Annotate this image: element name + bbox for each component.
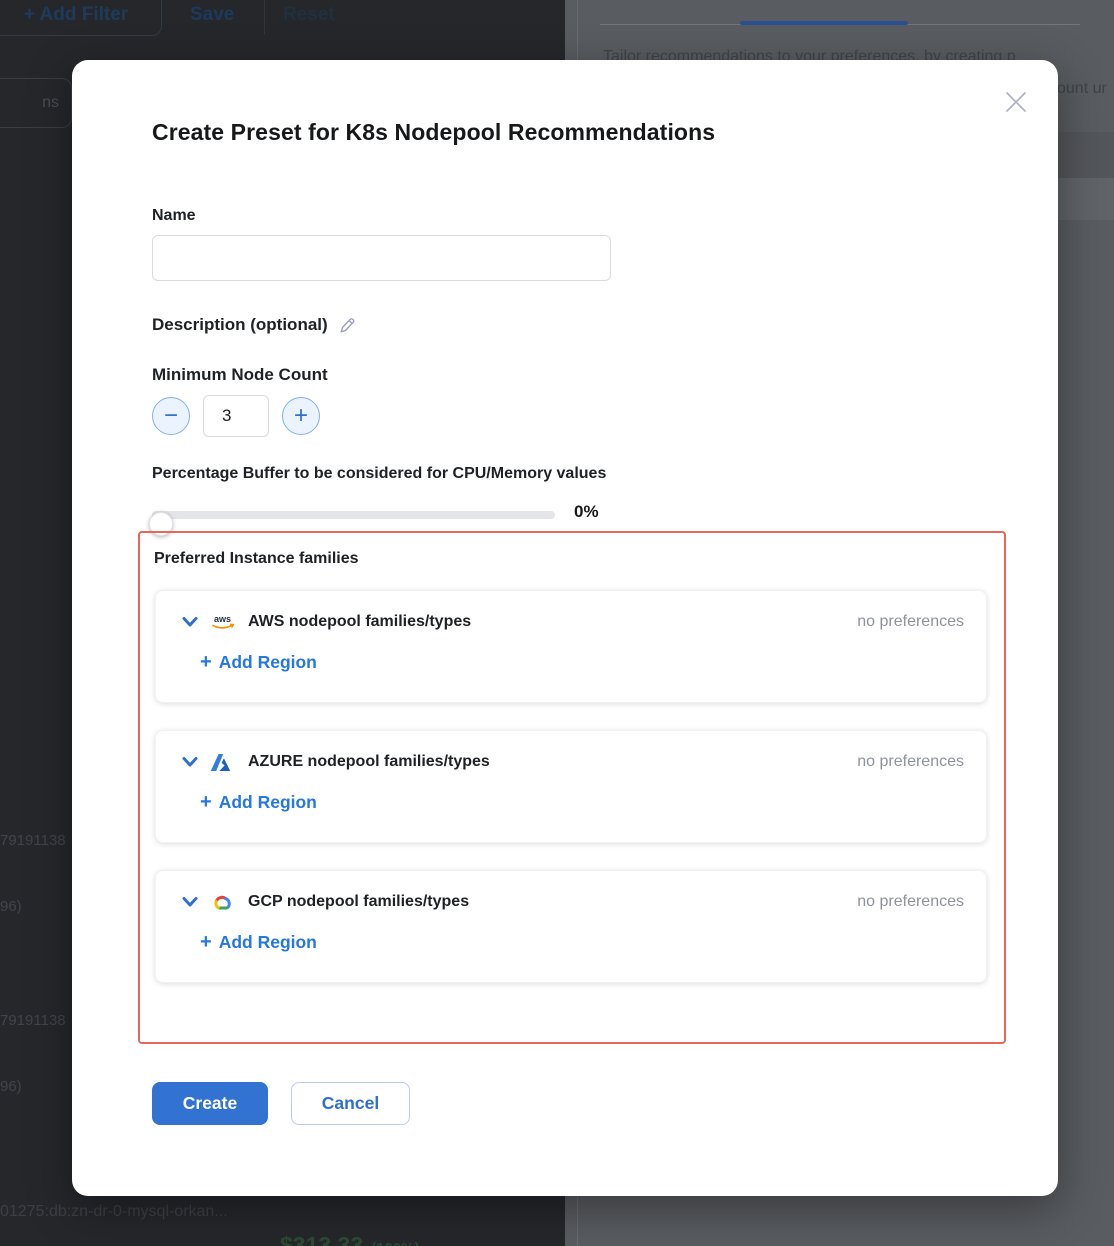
decrement-button[interactable]: − xyxy=(152,397,190,435)
add-filter-button[interactable]: + Add Filter xyxy=(0,0,162,36)
background-row-fragment: 79191138 xyxy=(0,1012,66,1029)
create-button[interactable]: Create xyxy=(152,1082,268,1125)
plus-icon: + xyxy=(200,651,212,674)
close-icon[interactable] xyxy=(1000,86,1032,118)
buffer-value: 0% xyxy=(574,502,599,522)
provider-status: no preferences xyxy=(857,753,964,771)
page-root: + Add Filter Save Reset ns 79191138 96) … xyxy=(0,0,1114,1246)
background-row-fragment: 79191138 xyxy=(0,832,66,849)
toolbar-divider xyxy=(264,0,265,34)
background-db-fragment: 01275:db:zn-dr-0-mysql-orkan... xyxy=(0,1203,228,1221)
provider-card-gcp: GCP nodepool families/types no preferenc… xyxy=(155,870,987,983)
add-region-button[interactable]: + Add Region xyxy=(200,791,317,814)
minus-icon: − xyxy=(164,404,178,428)
active-tab-underline xyxy=(740,21,908,25)
plus-icon: + xyxy=(294,404,308,428)
modal-title: Create Preset for K8s Nodepool Recommend… xyxy=(152,119,715,146)
provider-header-row[interactable]: AZURE nodepool families/types no prefere… xyxy=(182,749,964,775)
svg-text:aws: aws xyxy=(214,614,231,624)
description-label: Description (optional) xyxy=(152,315,328,335)
preferred-instance-families-section: Preferred Instance families aws AWS nod xyxy=(138,531,1006,1044)
add-region-button[interactable]: + Add Region xyxy=(200,651,317,674)
provider-label: GCP nodepool families/types xyxy=(248,893,469,911)
background-row-fragment: 96) xyxy=(0,1078,22,1095)
chevron-down-icon[interactable] xyxy=(182,615,200,629)
plus-icon: + xyxy=(200,931,212,954)
create-preset-modal: Create Preset for K8s Nodepool Recommend… xyxy=(72,60,1058,1196)
chevron-down-icon[interactable] xyxy=(182,755,200,769)
save-button[interactable]: Save xyxy=(190,4,234,26)
provider-label: AWS nodepool families/types xyxy=(248,613,471,631)
name-input[interactable] xyxy=(152,235,611,281)
provider-status: no preferences xyxy=(857,893,964,911)
provider-card-azure: AZURE nodepool families/types no prefere… xyxy=(155,730,987,843)
buffer-slider: 0% xyxy=(152,502,672,528)
provider-header-row[interactable]: GCP nodepool families/types no preferenc… xyxy=(182,889,964,915)
provider-label: AZURE nodepool families/types xyxy=(248,753,490,771)
name-label: Name xyxy=(152,207,196,225)
gcp-logo-icon xyxy=(210,893,240,912)
chevron-down-icon[interactable] xyxy=(182,895,200,909)
provider-header-row[interactable]: aws AWS nodepool families/types no prefe… xyxy=(182,609,964,635)
provider-status: no preferences xyxy=(857,613,964,631)
min-node-count-stepper: − 3 + xyxy=(152,395,320,437)
background-chip-fragment: ns xyxy=(0,78,72,128)
slider-track[interactable] xyxy=(152,511,555,519)
min-node-count-label: Minimum Node Count xyxy=(152,365,328,385)
background-row-fragment: 96) xyxy=(0,898,22,915)
panel-text-fragment: ount ur xyxy=(1057,80,1107,98)
provider-card-aws: aws AWS nodepool families/types no prefe… xyxy=(155,590,987,703)
edit-pencil-icon[interactable] xyxy=(338,316,357,335)
background-cost-fragment: $313.33(100%) xyxy=(280,1232,420,1246)
buffer-label: Percentage Buffer to be considered for C… xyxy=(152,465,606,483)
preferred-families-label: Preferred Instance families xyxy=(154,550,359,568)
add-filter-label: + Add Filter xyxy=(24,4,128,26)
increment-button[interactable]: + xyxy=(282,397,320,435)
plus-icon: + xyxy=(200,791,212,814)
aws-logo-icon: aws xyxy=(210,613,240,631)
reset-button[interactable]: Reset xyxy=(283,4,335,26)
min-node-count-value[interactable]: 3 xyxy=(203,395,269,437)
azure-logo-icon xyxy=(210,753,240,772)
cancel-button[interactable]: Cancel xyxy=(291,1082,410,1125)
description-row: Description (optional) xyxy=(152,315,357,335)
add-region-button[interactable]: + Add Region xyxy=(200,931,317,954)
